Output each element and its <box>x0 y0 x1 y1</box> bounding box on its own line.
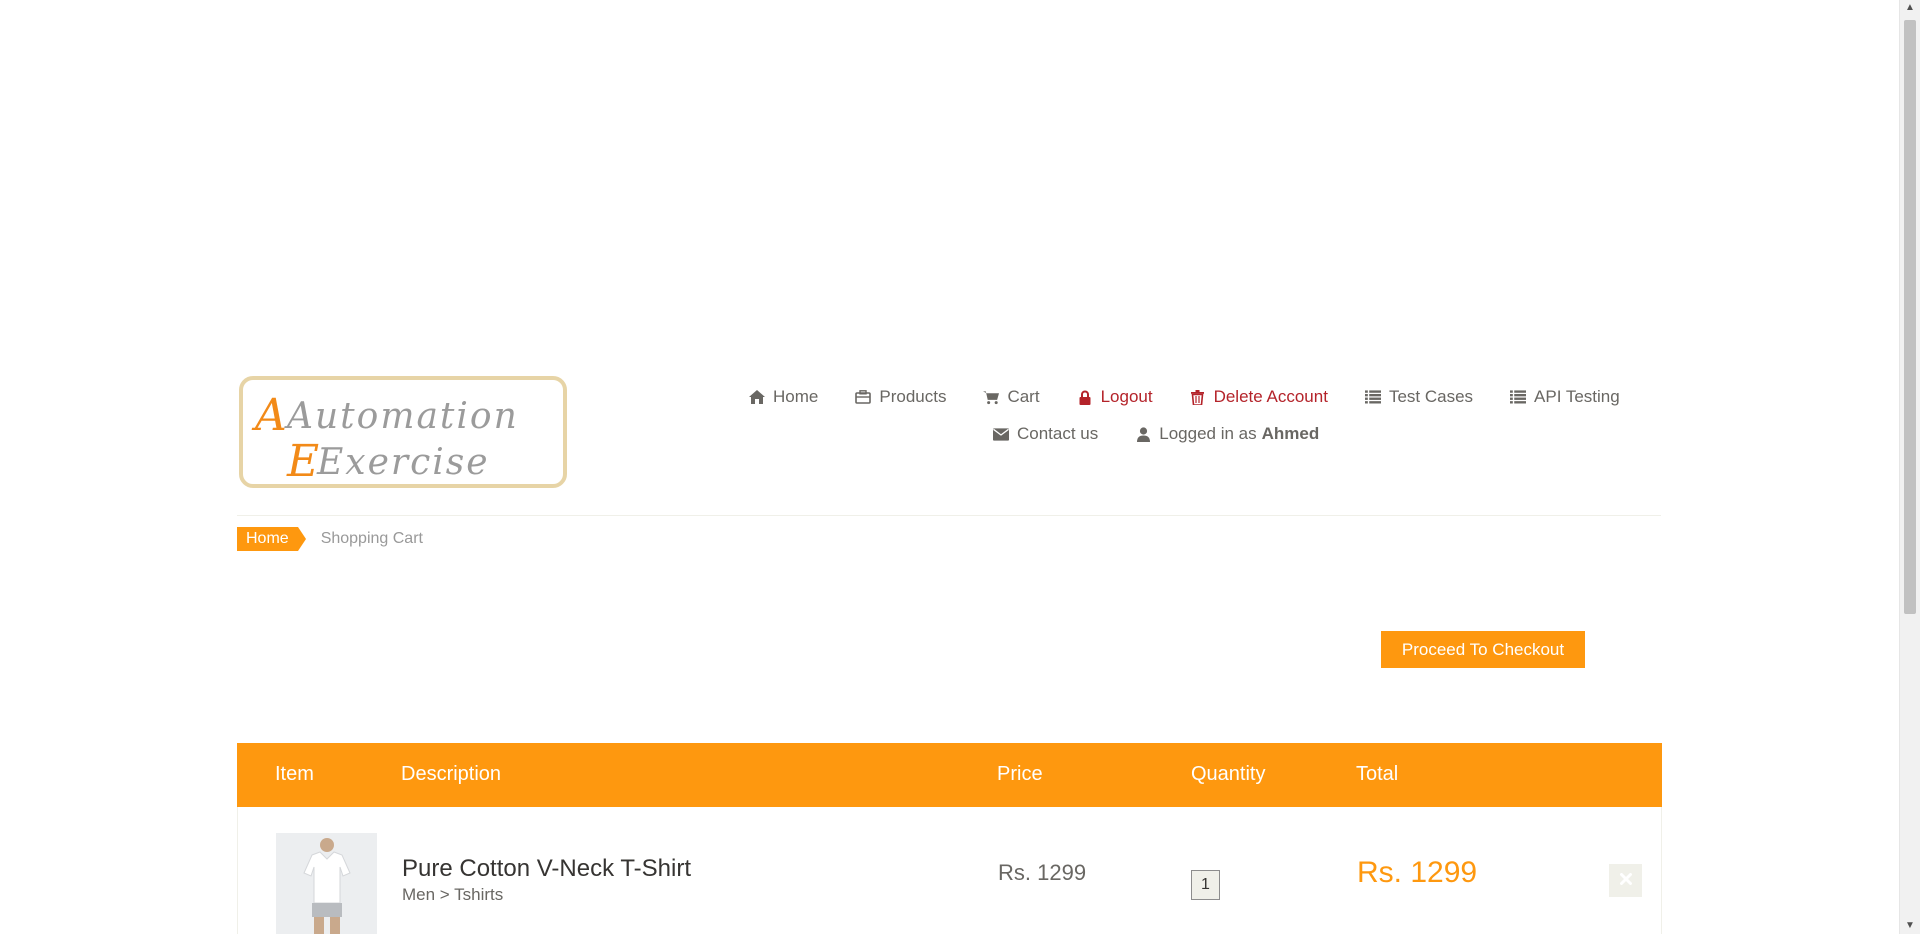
nav-contact-us-label: Contact us <box>1017 424 1099 443</box>
home-icon <box>749 389 765 405</box>
nav-products[interactable]: Products <box>855 387 946 407</box>
nav-cart-label: Cart <box>1007 387 1040 406</box>
breadcrumb: Home Shopping Cart <box>237 527 423 551</box>
header-description: Description <box>401 763 502 785</box>
header-price: Price <box>997 763 1043 785</box>
delete-item-button[interactable] <box>1609 864 1642 897</box>
list-icon <box>1364 389 1381 405</box>
nav-home-label: Home <box>773 387 819 406</box>
nav-test-cases-label: Test Cases <box>1388 387 1474 406</box>
nav-api-testing-label: API Testing <box>1534 387 1620 406</box>
breadcrumb-current: Shopping Cart <box>320 530 423 547</box>
secondary-nav: Contact us Logged in as Ahmed <box>993 424 1319 444</box>
logo-text-line1: Automation <box>284 396 519 437</box>
lock-icon <box>1077 389 1093 405</box>
scroll-down-arrow-icon[interactable]: ▼ <box>1900 918 1920 934</box>
logo-text-line2: Exercise <box>316 442 490 483</box>
close-icon <box>1619 872 1632 890</box>
product-price: Rs. 1299 <box>998 860 1087 885</box>
cart-table-header: Item Description Price Quantity Total <box>237 743 1662 807</box>
site-logo[interactable]: A Automation E Exercise <box>239 376 567 488</box>
list-icon <box>1510 389 1527 405</box>
svg-text:A: A <box>251 390 287 441</box>
nav-delete-account-label: Delete Account <box>1213 387 1328 406</box>
briefcase-icon <box>855 389 872 405</box>
nav-logout-label: Logout <box>1100 387 1153 406</box>
nav-delete-account[interactable]: Delete Account <box>1190 387 1328 407</box>
trash-icon <box>1190 389 1206 405</box>
product-total: Rs. 1299 <box>1357 856 1478 889</box>
nav-test-cases[interactable]: Test Cases <box>1364 387 1474 407</box>
header-quantity: Quantity <box>1191 763 1266 785</box>
nav-products-label: Products <box>879 387 947 406</box>
cart-table: Item Description Price Quantity Total Pu… <box>237 743 1662 934</box>
nav-api-testing[interactable]: API Testing <box>1510 387 1620 407</box>
product-quantity: 1 <box>1191 870 1220 900</box>
breadcrumb-home[interactable]: Home <box>237 527 306 551</box>
nav-logout[interactable]: Logout <box>1077 387 1153 407</box>
main-nav: Home Products Cart Logout Delete Account… <box>749 387 1620 407</box>
nav-cart[interactable]: Cart <box>983 387 1040 407</box>
header-total: Total <box>1356 763 1399 785</box>
logged-in-prefix: Logged in as <box>1159 424 1257 443</box>
scroll-up-arrow-icon[interactable]: ▲ <box>1900 0 1920 16</box>
scroll-thumb[interactable] <box>1904 20 1916 614</box>
product-category: Men > Tshirts <box>402 885 504 904</box>
user-icon <box>1135 426 1151 442</box>
proceed-to-checkout-button[interactable]: Proceed To Checkout <box>1381 631 1585 668</box>
svg-text:E: E <box>286 436 319 484</box>
header-divider <box>237 515 1661 516</box>
shopping-cart-icon <box>983 389 1000 405</box>
header-item: Item <box>275 763 314 785</box>
product-image[interactable] <box>276 833 377 934</box>
page-scrollbar[interactable]: ▲ ▼ <box>1899 0 1920 934</box>
logged-in-status: Logged in as Ahmed <box>1135 424 1319 444</box>
envelope-icon <box>993 426 1009 442</box>
nav-home[interactable]: Home <box>749 387 818 407</box>
nav-contact-us[interactable]: Contact us <box>993 424 1098 444</box>
logged-in-username: Ahmed <box>1261 424 1320 443</box>
table-row: Pure Cotton V-Neck T-Shirt Men > Tshirts… <box>237 807 1662 934</box>
product-name[interactable]: Pure Cotton V-Neck T-Shirt <box>402 855 691 883</box>
